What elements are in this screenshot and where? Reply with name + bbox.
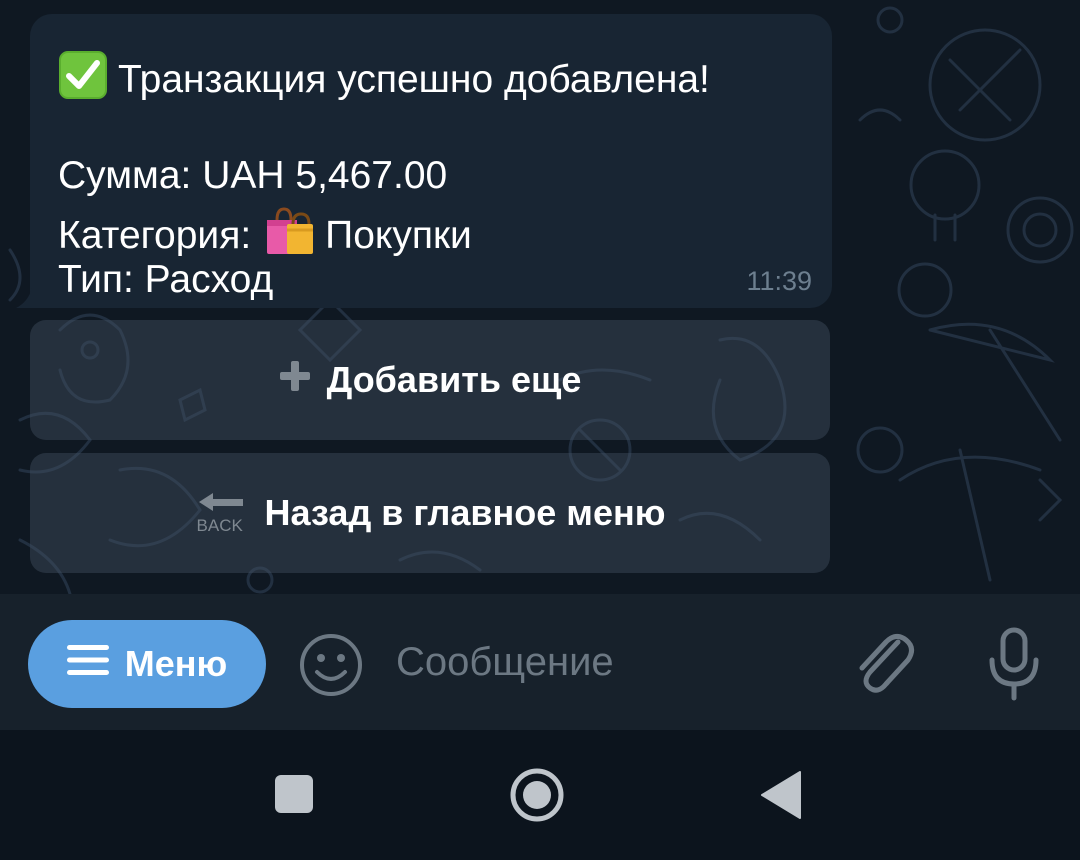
add-more-label: Добавить еще [326,359,582,400]
type-line: Тип: Расход [58,258,274,301]
bubble-tail [16,288,44,308]
message-title: Транзакция успешно добавлена! [118,58,710,101]
menu-label: Меню [124,643,228,684]
menu-button[interactable]: Меню [28,620,266,708]
back-to-main-menu-button[interactable]: BACK Назад в главное меню [30,453,830,573]
message-bubble: Транзакция успешно добавлена! Сумма: UAH… [30,14,832,308]
paperclip-icon[interactable] [850,624,918,698]
plus-icon [279,359,311,401]
recents-square-icon[interactable] [274,774,314,814]
chat-area: Транзакция успешно добавлена! Сумма: UAH… [0,0,1080,594]
emoji-icon[interactable] [298,632,364,698]
microphone-icon[interactable] [984,626,1044,702]
message-input[interactable] [396,634,816,690]
amount-line: Сумма: UAH 5,467.00 [58,154,448,197]
add-more-button[interactable]: Добавить еще [30,320,830,440]
message-time: 11:39 [746,266,812,296]
hamburger-icon [66,643,109,685]
home-circle-icon[interactable] [508,766,566,824]
back-to-main-menu-label: Назад в главное меню [264,492,666,533]
system-navigation-bar [0,730,1080,860]
category-prefix: Категория: [58,214,252,257]
back-icon-text: BACK [196,516,243,535]
back-arrow-icon: BACK [195,490,249,536]
back-triangle-icon[interactable] [760,770,802,820]
white-check-mark-icon [58,50,108,110]
message-input-bar: Меню [0,594,1080,730]
category-name: Покупки [325,214,472,257]
category-line: Категория: Покупки [58,206,472,266]
shopping-bags-icon [263,206,315,266]
message-title-line: Транзакция успешно добавлена! [58,50,710,110]
